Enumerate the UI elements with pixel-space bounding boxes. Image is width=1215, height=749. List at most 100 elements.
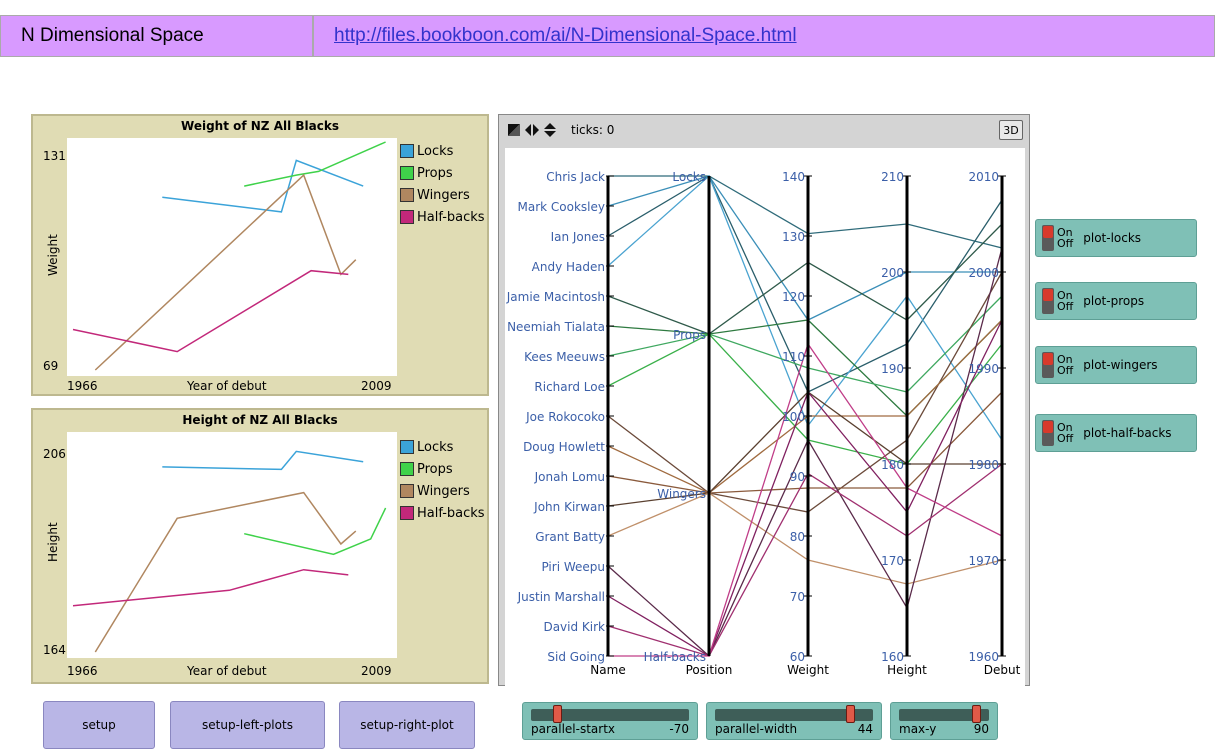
pc-weight-tick: 130 [782, 230, 805, 244]
switch-label: plot-wingers [1083, 358, 1158, 372]
pc-name-tick: Piri Weepu [541, 560, 605, 574]
pc-player-line [608, 175, 1003, 249]
pc-axes-group [606, 175, 1006, 657]
view-canvas: Name Position Weight Height Debut Chris Jack M… [505, 148, 1025, 696]
weight-ymax-label: 131 [43, 149, 66, 163]
toggle-icon[interactable] [1042, 352, 1054, 378]
legend-item-half-backs: Half-backs [400, 502, 485, 524]
slider-value: 90 [973, 722, 989, 736]
height-ymax-label: 206 [43, 447, 66, 461]
slider-label: parallel-width [715, 722, 798, 736]
legend-label: Half-backs [417, 505, 485, 521]
legend-swatch-locks [400, 440, 414, 454]
model-title: N Dimensional Space [0, 15, 313, 57]
switch-plot-props[interactable]: On Off plot-props [1035, 282, 1197, 320]
switch-off-text: Off [1057, 300, 1074, 313]
pc-height-tick: 200 [881, 266, 904, 280]
height-ylabel: Height [46, 522, 60, 562]
slider-handle[interactable] [846, 705, 856, 723]
pc-debut-tick: 1970 [968, 554, 999, 568]
pc-axis-label: Position [686, 663, 733, 677]
legend-swatch-wingers [400, 188, 414, 202]
legend-label: Half-backs [417, 209, 485, 225]
pc-debut-tick: 1990 [968, 362, 999, 376]
slider-parallel-width[interactable]: parallel-width 44 [706, 702, 882, 740]
switch-off-text: Off [1057, 364, 1074, 377]
header-bar: N Dimensional Space http://files.bookboo… [0, 15, 1215, 59]
pc-axis-label: Debut [984, 663, 1021, 677]
view-toolbar: ticks: 0 [499, 115, 1029, 145]
pc-name-tick: Doug Howlett [523, 440, 605, 454]
slider-handle[interactable] [971, 705, 981, 723]
weight-plot-area [67, 138, 397, 376]
pc-name-tick: Jamie Macintosh [506, 290, 605, 304]
slider-value: 44 [857, 722, 873, 736]
slider-max-y[interactable]: max-y 90 [890, 702, 998, 740]
legend-label: Locks [417, 439, 454, 455]
height-plot-area [67, 432, 397, 658]
switch-plot-locks[interactable]: On Off plot-locks [1035, 219, 1197, 257]
left-right-arrows-icon[interactable] [524, 123, 540, 137]
legend-item-wingers: Wingers [400, 480, 485, 502]
world-view: ticks: 0 3D Name Position Weight Height Debu… [498, 114, 1030, 696]
legend-item-props: Props [400, 458, 485, 480]
model-link[interactable]: http://files.bookboon.com/ai/N-Dimension… [334, 25, 797, 47]
setup-left-plots-button[interactable]: setup-left-plots [170, 701, 325, 749]
up-down-arrows-icon[interactable] [543, 122, 557, 138]
legend-swatch-half-backs [400, 210, 414, 224]
pc-position-tick: Props [673, 328, 706, 342]
switch-off-text: Off [1057, 237, 1074, 250]
pc-name-tick: David Kirk [543, 620, 605, 634]
toggle-icon[interactable] [1042, 288, 1054, 314]
slider-handle[interactable] [553, 705, 563, 723]
switch-onoff: On Off [1057, 422, 1073, 444]
pc-name-tick: Neemiah Tialata [507, 320, 605, 334]
pc-height-tick: 160 [881, 650, 904, 664]
weight-xmax-label: 2009 [361, 379, 392, 393]
legend-swatch-half-backs [400, 506, 414, 520]
weight-xmin-label: 1966 [67, 379, 98, 393]
pc-player-line [607, 319, 1003, 494]
pc-position-tick: Half-backs [644, 650, 706, 664]
pc-name-tick: Jonah Lomu [534, 470, 605, 484]
pc-name-tick: Sid Going [547, 650, 605, 664]
pc-player-line [607, 223, 1003, 335]
setup-right-plot-button[interactable]: setup-right-plot [339, 701, 475, 749]
legend-label: Props [417, 165, 453, 181]
switch-label: plot-half-backs [1083, 426, 1172, 440]
pc-name-tick: Richard Loe [534, 380, 605, 394]
setup-button[interactable]: setup [43, 701, 155, 749]
ticks-counter: ticks: 0 [571, 123, 615, 137]
switch-off-text: Off [1057, 432, 1074, 445]
switch-plot-half-backs[interactable]: On Off plot-half-backs [1035, 414, 1197, 452]
pc-weight-tick: 90 [790, 470, 805, 484]
switch-plot-wingers[interactable]: On Off plot-wingers [1035, 346, 1197, 384]
legend-label: Wingers [417, 483, 470, 499]
pc-name-tick: Mark Cooksley [518, 200, 606, 214]
pc-player-line [607, 175, 1002, 321]
pc-name-tick: Chris Jack [546, 170, 605, 184]
pc-axis-label: Weight [787, 663, 829, 677]
switch-onoff: On Off [1057, 354, 1073, 376]
legend-swatch-props [400, 462, 414, 476]
toggle-icon[interactable] [1042, 225, 1054, 251]
pc-height-tick: 180 [881, 458, 904, 472]
legend-item-props: Props [400, 162, 485, 184]
pc-position-tick: Locks [672, 170, 706, 184]
slider-parallel-startx[interactable]: parallel-startx -70 [522, 702, 698, 740]
height-xmax-label: 2009 [361, 664, 392, 678]
legend-item-half-backs: Half-backs [400, 206, 485, 228]
height-xmin-label: 1966 [67, 664, 98, 678]
legend-swatch-props [400, 166, 414, 180]
height-xlabel: Year of debut [186, 664, 267, 678]
toggle-icon[interactable] [1042, 420, 1054, 446]
legend-label: Props [417, 461, 453, 477]
height-legend: Locks Props Wingers Half-backs [400, 436, 485, 524]
fullscreen-icon[interactable] [507, 123, 521, 137]
pc-position-tick: Wingers [657, 487, 706, 501]
model-link-cell: http://files.bookboon.com/ai/N-Dimension… [313, 15, 1215, 57]
pc-weight-tick: 80 [790, 530, 805, 544]
legend-swatch-wingers [400, 484, 414, 498]
3d-view-button[interactable]: 3D [999, 120, 1023, 140]
height-ymin-label: 164 [43, 643, 66, 657]
